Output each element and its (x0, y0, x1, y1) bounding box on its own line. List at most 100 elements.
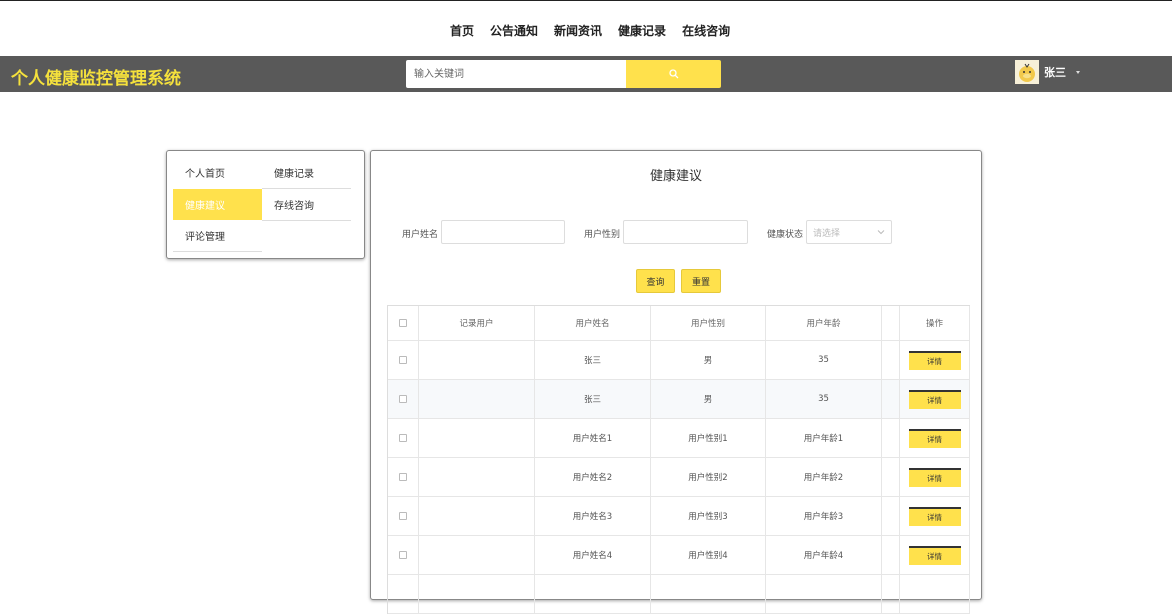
table-row: 用户姓名1 用户性别1 用户年龄1 详情 (388, 419, 970, 458)
table-row (388, 575, 970, 614)
column-header-spacer (882, 306, 900, 340)
page-title: 健康建议 (649, 169, 702, 184)
age-cell (766, 575, 882, 613)
table-header-row: 记录用户 用户姓名 用户性别 用户年龄 操作 (388, 306, 970, 341)
column-header: 用户性别 (651, 306, 766, 340)
action-cell (900, 575, 970, 613)
table-row: 张三 男 35 详情 (388, 341, 970, 380)
nav-item-home[interactable]: 首页 (450, 22, 474, 39)
spacer-cell (882, 575, 900, 613)
sidebar-divider (173, 251, 262, 252)
search-input[interactable] (406, 60, 626, 88)
action-cell: 详情 (900, 380, 970, 418)
detail-button[interactable]: 详情 (908, 506, 961, 526)
sidebar-item-comments[interactable]: 评论管理 (173, 220, 262, 251)
nav-item-news[interactable]: 新闻资讯 (554, 22, 602, 39)
gender-filter-input[interactable] (623, 220, 748, 244)
sidebar-item-health-record[interactable]: 健康记录 (262, 157, 351, 188)
gender-cell: 用户性别2 (651, 458, 766, 496)
name-cell: 用户姓名3 (535, 497, 651, 535)
record-user-cell (419, 497, 535, 535)
reset-button[interactable]: 重置 (681, 269, 721, 293)
row-select-cell (388, 380, 419, 418)
advice-table: 记录用户 用户姓名 用户性别 用户年龄 操作 张三 男 35 详情 张三 男 3… (387, 305, 970, 614)
sidebar-divider (262, 220, 351, 221)
duck-avatar-icon (1019, 63, 1035, 82)
top-nav: 首页 公告通知 新闻资讯 健康记录 在线咨询 (0, 0, 1172, 56)
chevron-down-icon (1076, 70, 1080, 74)
avatar (1015, 60, 1039, 84)
chevron-down-icon (877, 230, 885, 235)
site-logo[interactable]: 个人健康监控管理系统 (11, 64, 181, 89)
record-user-cell (419, 380, 535, 418)
name-cell (535, 575, 651, 613)
gender-cell: 男 (651, 380, 766, 418)
age-cell: 用户年龄2 (766, 458, 882, 496)
table-row: 用户姓名3 用户性别3 用户年龄3 详情 (388, 497, 970, 536)
name-filter-input[interactable] (441, 220, 565, 244)
sidebar-item-health-advice[interactable]: 健康建议 (173, 189, 262, 220)
detail-button[interactable]: 详情 (908, 350, 961, 370)
name-cell: 用户姓名4 (535, 536, 651, 574)
nav-item-notice[interactable]: 公告通知 (490, 22, 538, 39)
spacer-cell (882, 497, 900, 535)
table-row: 用户姓名4 用户性别4 用户年龄4 详情 (388, 536, 970, 575)
gender-cell: 用户性别4 (651, 536, 766, 574)
sidebar: 个人首页 健康记录 健康建议 存线咨询 评论管理 (166, 150, 365, 259)
age-cell: 35 (766, 380, 882, 418)
row-checkbox[interactable] (399, 551, 407, 559)
row-checkbox[interactable] (399, 434, 407, 442)
row-checkbox[interactable] (399, 395, 407, 403)
sidebar-item-consult[interactable]: 存线咨询 (262, 189, 351, 220)
column-header: 记录用户 (419, 306, 535, 340)
detail-button[interactable]: 详情 (908, 389, 961, 409)
column-header: 用户姓名 (535, 306, 651, 340)
detail-button[interactable]: 详情 (908, 428, 961, 448)
action-cell: 详情 (900, 458, 970, 496)
age-cell: 用户年龄4 (766, 536, 882, 574)
user-menu[interactable]: 张三 (1015, 60, 1080, 84)
record-user-cell (419, 419, 535, 457)
gender-filter-label: 用户性别 (584, 230, 621, 240)
select-all-checkbox[interactable] (399, 319, 407, 327)
search-box (406, 60, 721, 88)
detail-button[interactable]: 详情 (908, 545, 961, 565)
name-cell: 用户姓名2 (535, 458, 651, 496)
sidebar-item-profile[interactable]: 个人首页 (173, 157, 262, 188)
status-filter-label: 健康状态 (767, 230, 804, 240)
table-row: 用户姓名2 用户性别2 用户年龄2 详情 (388, 458, 970, 497)
action-cell: 详情 (900, 419, 970, 457)
row-checkbox[interactable] (399, 356, 407, 364)
record-user-cell (419, 341, 535, 379)
name-cell: 张三 (535, 380, 651, 418)
search-icon (668, 69, 678, 79)
age-cell: 35 (766, 341, 882, 379)
name-cell: 张三 (535, 341, 651, 379)
table-row: 张三 男 35 详情 (388, 380, 970, 419)
spacer-cell (882, 341, 900, 379)
row-select-cell (388, 419, 419, 457)
column-header: 操作 (900, 306, 970, 340)
spacer-cell (882, 419, 900, 457)
row-select-cell (388, 458, 419, 496)
status-filter-select[interactable]: 请选择 (806, 220, 892, 244)
nav-item-consult[interactable]: 在线咨询 (682, 22, 730, 39)
user-name: 张三 (1044, 66, 1066, 79)
query-button[interactable]: 查询 (636, 269, 675, 293)
nav-item-health-record[interactable]: 健康记录 (618, 22, 666, 39)
search-button[interactable] (626, 60, 721, 88)
detail-button[interactable]: 详情 (908, 467, 961, 487)
main-panel: 健康建议 用户姓名 用户性别 健康状态 请选择 查询 重置 记录用户 用户姓名 … (370, 150, 982, 614)
row-select-cell (388, 575, 419, 613)
age-cell: 用户年龄1 (766, 419, 882, 457)
row-checkbox[interactable] (399, 512, 407, 520)
gender-cell: 用户性别3 (651, 497, 766, 535)
name-cell: 用户姓名1 (535, 419, 651, 457)
record-user-cell (419, 458, 535, 496)
record-user-cell (419, 575, 535, 613)
action-cell: 详情 (900, 497, 970, 535)
row-select-cell (388, 536, 419, 574)
top-nav-links: 首页 公告通知 新闻资讯 健康记录 在线咨询 (450, 22, 746, 39)
row-checkbox[interactable] (399, 473, 407, 481)
record-user-cell (419, 536, 535, 574)
